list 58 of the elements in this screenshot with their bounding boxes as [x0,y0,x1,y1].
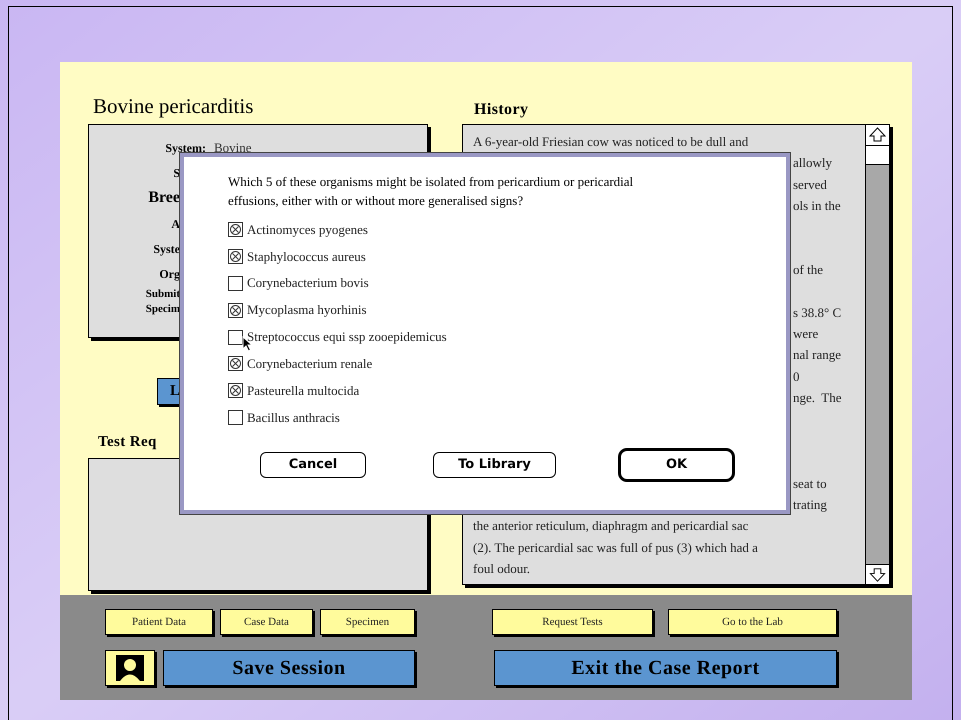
dialog-button[interactable]: Cancel [260,452,366,478]
history-text-line: served [793,176,827,194]
field-label: Bree [148,189,180,206]
history-text-line: A 6-year-old Friesian cow was noticed to be dull and [473,133,748,151]
history-text-line: were [793,325,818,344]
field-label: Specim [146,302,180,314]
dialog-button[interactable]: To Library [433,452,556,478]
option-label: Mycoplasma hyorhinis [247,301,367,320]
history-text-line: of the [793,261,823,280]
field-label: System: [165,140,206,154]
field-label: Syste [153,242,180,256]
history-text-line: nal range [793,346,842,364]
checked-checkbox[interactable] [228,302,243,318]
ok-button[interactable]: OK [618,448,735,482]
option-label: Pasteurella multocida [247,382,360,400]
history-text-line: nge. The [793,389,842,408]
nav-button[interactable]: Go to the Lab [668,609,837,635]
checked-checkbox[interactable] [228,222,243,237]
exit-case-report-button[interactable]: Exit the Case Report [494,650,837,686]
option-label: Bacillus anthracis [247,408,340,427]
save-session-button[interactable]: Save Session [163,650,415,686]
history-text-line: s 38.8° C [793,304,842,322]
history-heading: History [474,100,528,120]
option-label: Corynebacterium bovis [247,274,369,292]
history-text-line: ols in the [793,197,841,216]
option-label: Streptococcus equi ssp zooepidemicus [247,328,447,346]
history-text-line: 0 [793,368,800,386]
scrollbar[interactable] [865,125,889,584]
checked-checkbox[interactable] [228,248,243,264]
person-icon [116,655,144,681]
option-label: Corynebacterium renale [247,355,372,374]
checkbox[interactable] [228,410,243,426]
history-text-line: allowly [793,154,832,172]
option-label: Actinomyces pyogenes [247,220,368,239]
field-value: Bovine [214,138,252,157]
test-requests-heading: Test Req [98,433,157,452]
option-label: Staphylococcus aureus [247,248,366,266]
checked-checkbox[interactable] [228,383,243,398]
history-text-line: foul odour. [473,560,530,578]
nav-button[interactable]: Patient Data [105,609,213,635]
history-text-line: (2). The pericardial sac was full of pus (3) which had a [473,538,758,557]
question-text: Which 5 of these organisms might be isolated from pericardium or pericardial effusions, either with or without more generalised signs? [228,173,634,210]
checked-checkbox[interactable] [228,356,243,372]
history-text-line: trating [793,496,827,514]
scroll-thumb[interactable] [866,145,889,165]
field-label: Org [159,266,180,280]
field-label: S [173,166,180,180]
nav-button[interactable]: Specimen [320,609,415,635]
nav-button[interactable]: Case Data [220,609,313,635]
checkbox[interactable] [228,276,243,291]
field-label: A [171,216,180,230]
checkbox[interactable] [228,330,243,344]
case-title: Bovine pericarditis [93,94,254,118]
field-label: Submit [146,288,180,300]
nav-button[interactable]: Request Tests [492,609,653,635]
person-button[interactable] [105,650,155,686]
history-text-line: the anterior reticulum, diaphragm and pericardial sac [473,517,748,536]
history-text-line: seat to [793,474,827,492]
